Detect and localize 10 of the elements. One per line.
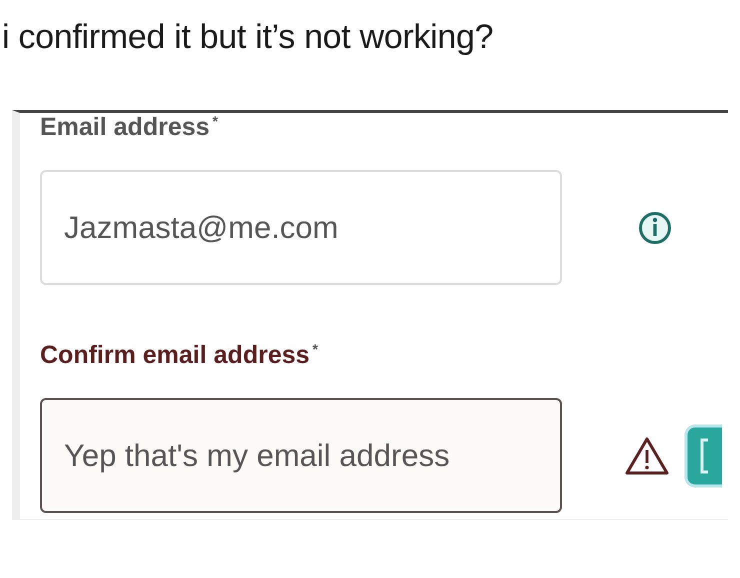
email-field[interactable]: Jazmasta@me.com [40,170,562,285]
bracket-button[interactable] [684,424,722,488]
email-field[interactable]: Yep that's my email address [40,398,562,513]
required-mark: * [312,341,318,357]
field-label: Confirm email address [40,341,310,370]
caption-text: i confirmed it but it’s not working? [1,17,494,58]
info-icon[interactable] [638,210,672,244]
field-label: Email address [40,113,210,142]
warning-icon [624,436,670,476]
required-mark: * [212,113,218,129]
